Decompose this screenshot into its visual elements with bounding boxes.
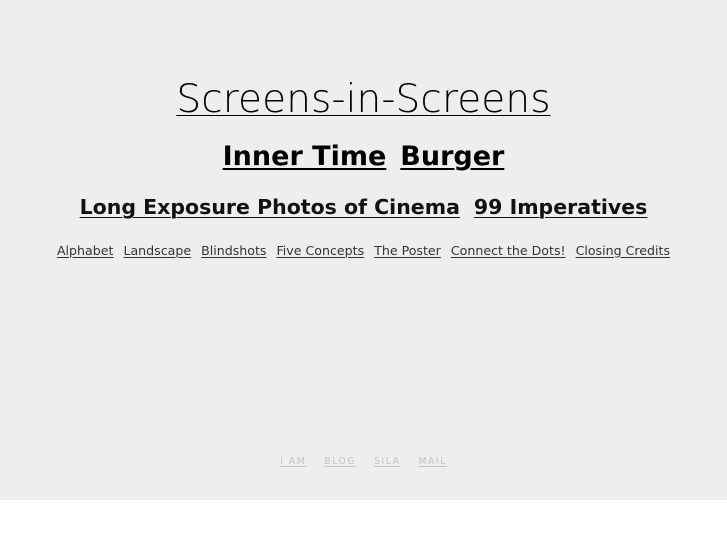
nav-link-connect-the-dots[interactable]: Connect the Dots! <box>451 244 566 258</box>
footer-links: I AM BLOG SILA MAIL <box>0 451 727 467</box>
nav-row-tertiary: Long Exposure Photos of Cinema 99 Imperat… <box>0 197 727 218</box>
nav-link-alphabet[interactable]: Alphabet <box>57 244 114 258</box>
footer-link-i-am[interactable]: I AM <box>280 457 306 467</box>
site-title-link[interactable]: Screens-in-Screens <box>176 80 550 119</box>
site-title-row: Screens-in-Screens <box>0 80 727 119</box>
nav-link-99-imperatives[interactable]: 99 Imperatives <box>474 197 647 218</box>
nav-link-closing-credits[interactable]: Closing Credits <box>576 244 670 258</box>
nav-link-landscape[interactable]: Landscape <box>123 244 191 258</box>
page-canvas: Screens-in-Screens Inner Time Burger Long… <box>0 0 727 500</box>
footer-link-blog[interactable]: BLOG <box>324 457 356 467</box>
nav-link-five-concepts[interactable]: Five Concepts <box>276 244 364 258</box>
nav-link-long-exposure-photos-of-cinema[interactable]: Long Exposure Photos of Cinema <box>80 197 460 218</box>
nav-link-blindshots[interactable]: Blindshots <box>201 244 266 258</box>
nav-link-burger[interactable]: Burger <box>400 143 504 170</box>
navigation-stack: Screens-in-Screens Inner Time Burger Long… <box>0 0 727 258</box>
nav-row-quaternary: Alphabet Landscape Blindshots Five Concepts… <box>0 242 727 258</box>
nav-link-the-poster[interactable]: The Poster <box>374 244 441 258</box>
footer-link-sila[interactable]: SILA <box>374 457 400 467</box>
footer-link-mail[interactable]: MAIL <box>418 457 446 467</box>
nav-row-secondary: Inner Time Burger <box>0 143 727 170</box>
nav-link-inner-time[interactable]: Inner Time <box>223 143 387 170</box>
